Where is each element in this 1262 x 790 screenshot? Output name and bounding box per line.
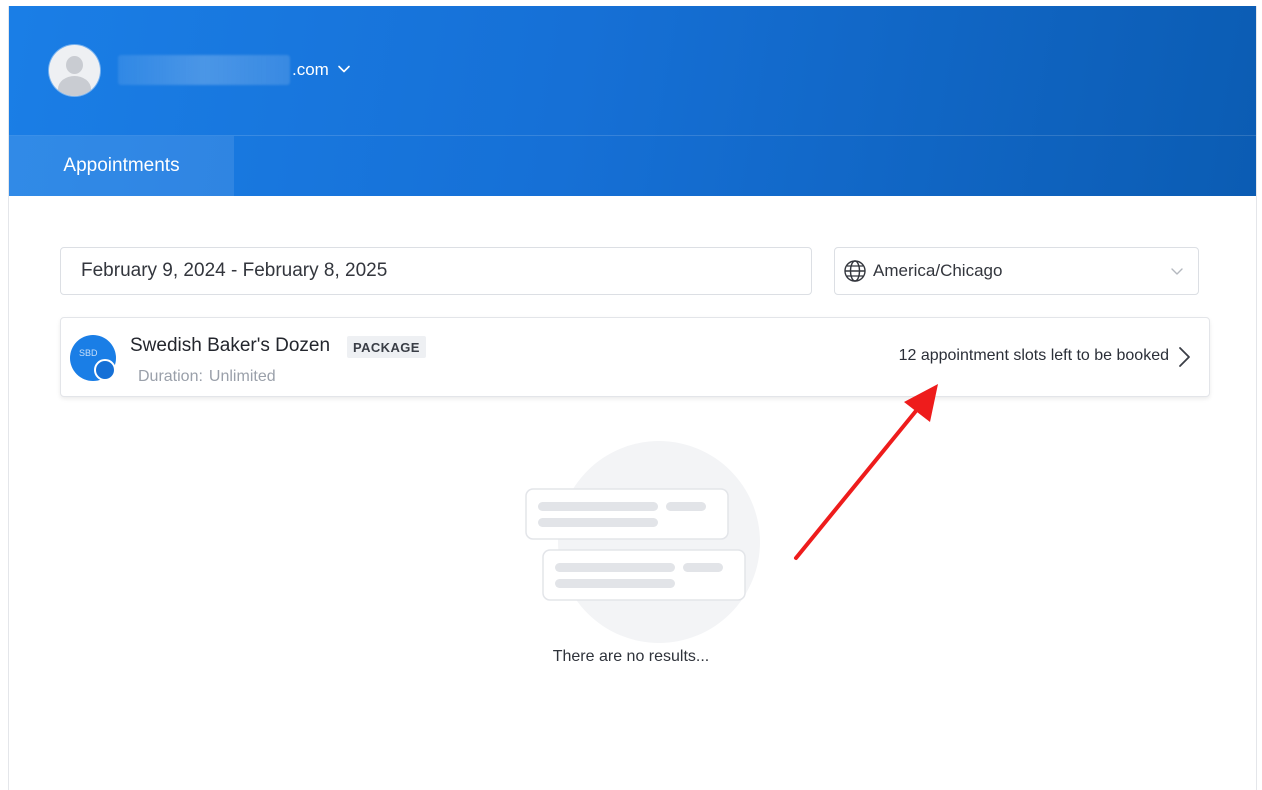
globe-icon: [844, 260, 866, 282]
slots-remaining: 12 appointment slots left to be booked: [898, 347, 1169, 364]
chevron-down-icon: [1171, 268, 1183, 275]
package-logo: SBD: [70, 335, 116, 381]
package-logo-initials: SBD: [79, 348, 98, 358]
tab-appointments-label: Appointments: [63, 155, 180, 176]
date-range-picker[interactable]: February 9, 2024 - February 8, 2025: [60, 247, 812, 295]
account-menu[interactable]: .com: [49, 44, 351, 96]
header: .com Appointments: [9, 6, 1256, 196]
package-card[interactable]: SBD Swedish Baker's Dozen PACKAGE Durati…: [60, 317, 1210, 397]
empty-state-illustration: [525, 441, 760, 643]
duration-value: Unlimited: [208, 368, 276, 385]
redacted-email: [118, 55, 290, 85]
chevron-right-icon[interactable]: [1176, 345, 1192, 369]
package-name: Swedish Baker's Dozen: [130, 335, 331, 356]
timezone-select[interactable]: America/Chicago: [834, 247, 1199, 295]
user-avatar-icon[interactable]: [49, 44, 100, 96]
empty-state-message: There are no results...: [552, 648, 710, 665]
duration-label: Duration:: [138, 368, 203, 385]
tab-bar: Appointments: [9, 135, 1256, 196]
timezone-value: America/Chicago: [873, 261, 1003, 280]
package-badge: PACKAGE: [347, 336, 426, 358]
date-range-value: February 9, 2024 - February 8, 2025: [81, 260, 388, 281]
app-frame: .com Appointments February 9, 2024 - Feb…: [8, 6, 1257, 790]
email-domain: .com: [292, 60, 329, 79]
package-duration: Duration: Unlimited: [138, 368, 276, 386]
tab-appointments[interactable]: Appointments: [9, 136, 234, 196]
chevron-down-icon[interactable]: [337, 62, 351, 76]
